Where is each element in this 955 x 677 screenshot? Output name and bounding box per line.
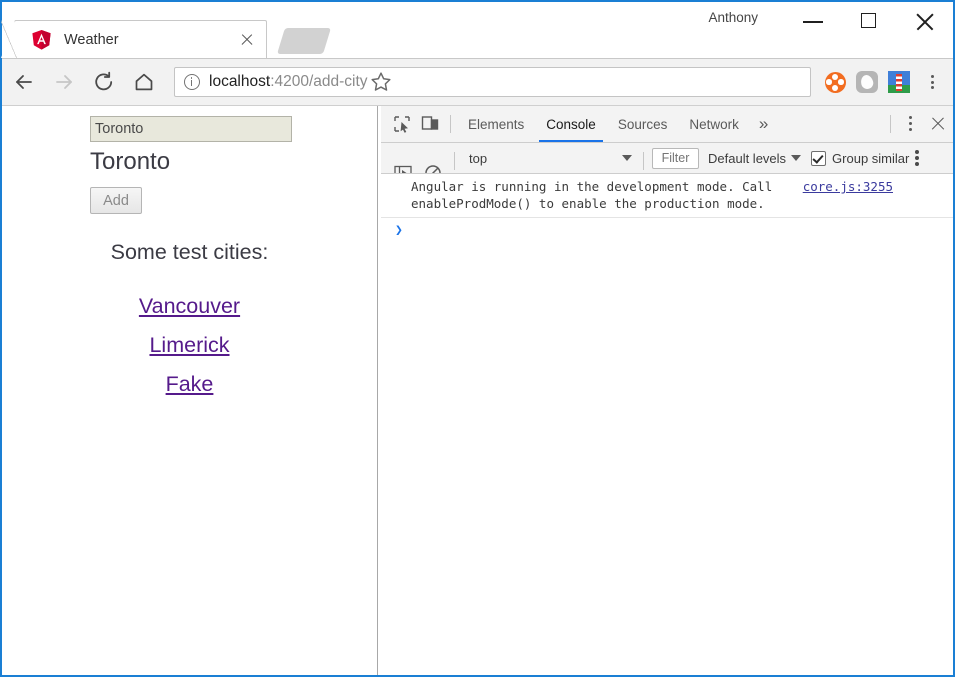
lighthouse-icon[interactable]: [885, 68, 913, 96]
forward-arrow-icon: [46, 64, 82, 100]
browser-toolbar: localhost:4200/add-city: [2, 58, 953, 106]
angular-logo-icon: [32, 29, 51, 50]
url-path: :4200/add-city: [270, 73, 368, 90]
city-search-input[interactable]: [90, 116, 292, 142]
profile-name[interactable]: Anthony: [708, 10, 758, 25]
inspect-element-icon[interactable]: [388, 106, 416, 142]
star-icon[interactable]: [368, 69, 394, 95]
test-city-links: Vancouver Limerick Fake: [2, 294, 377, 411]
tab-elements[interactable]: Elements: [457, 106, 535, 142]
home-icon[interactable]: [126, 64, 162, 100]
filterbar-divider: [454, 152, 455, 170]
console-filter-bar: top Filter Default levels Group similar: [381, 143, 953, 174]
log-levels-value: Default levels: [708, 150, 787, 166]
reload-icon[interactable]: [86, 64, 122, 100]
close-tab-icon[interactable]: [236, 29, 258, 51]
device-toolbar-icon[interactable]: [416, 106, 444, 142]
execution-context-value: top: [469, 150, 488, 166]
test-cities-label: Some test cities:: [110, 240, 269, 264]
console-settings-icon[interactable]: [915, 150, 923, 166]
filterbar-divider-2: [643, 152, 644, 170]
chevron-down-icon: [622, 155, 632, 161]
minimize-window-button[interactable]: [785, 2, 841, 42]
chevron-down-icon-levels: [791, 155, 802, 161]
city-link-vancouver[interactable]: Vancouver: [2, 294, 377, 319]
close-devtools-icon[interactable]: [923, 106, 953, 142]
group-similar-toggle[interactable]: Group similar: [811, 150, 910, 166]
group-similar-checkbox[interactable]: [811, 150, 827, 166]
tab-console[interactable]: Console: [535, 106, 607, 142]
browser-window: Weather Anthony localhost:4200/add-city …: [0, 0, 955, 677]
tab-network[interactable]: Network: [678, 106, 750, 142]
new-tab-button[interactable]: [277, 28, 331, 54]
back-arrow-icon[interactable]: [6, 64, 42, 100]
tab-sources[interactable]: Sources: [607, 106, 679, 142]
console-message[interactable]: Angular is running in the development mo…: [381, 174, 953, 218]
console-filter-input[interactable]: Filter: [652, 147, 699, 169]
devtools-menu-icon[interactable]: [897, 106, 923, 142]
toolbar-divider: [450, 115, 451, 133]
browser-tab-weather[interactable]: Weather: [14, 20, 267, 58]
address-bar[interactable]: localhost:4200/add-city: [174, 67, 811, 97]
page-viewport: Toronto Add Some test cities: Vancouver …: [2, 106, 377, 675]
toolbar-divider-right: [890, 115, 891, 133]
content-split: Toronto Add Some test cities: Vancouver …: [2, 106, 953, 675]
log-levels-dropdown[interactable]: Default levels: [708, 150, 802, 166]
info-circle-icon[interactable]: [184, 74, 200, 90]
devtools-panel: Elements Console Sources Network » top F…: [381, 106, 953, 675]
url-text: localhost:4200/add-city: [209, 73, 368, 91]
close-window-button[interactable]: [897, 2, 953, 42]
tabbar-spacer: [777, 106, 884, 142]
chrome-menu-icon[interactable]: [917, 67, 947, 97]
extension-orange-icon[interactable]: [821, 68, 849, 96]
console-message-source-link[interactable]: core.js:3255: [803, 178, 893, 195]
console-output: Angular is running in the development mo…: [381, 174, 953, 675]
group-similar-label: Group similar: [832, 150, 910, 166]
more-tabs-icon[interactable]: »: [750, 106, 777, 142]
add-city-button[interactable]: Add: [90, 187, 142, 214]
url-host: localhost: [209, 73, 271, 90]
console-prompt-chevron: ❯: [395, 223, 403, 238]
window-controls: [785, 2, 953, 42]
console-prompt[interactable]: ❯: [381, 218, 953, 238]
extension-grey-icon[interactable]: [853, 68, 881, 96]
city-link-limerick[interactable]: Limerick: [2, 333, 377, 358]
tab-title: Weather: [64, 31, 119, 48]
execution-context-select[interactable]: top: [469, 151, 637, 166]
devtools-tabbar: Elements Console Sources Network »: [381, 106, 953, 143]
city-link-fake[interactable]: Fake: [2, 372, 377, 397]
maximize-window-button[interactable]: [841, 2, 897, 42]
console-message-text: Angular is running in the development mo…: [411, 179, 773, 211]
city-heading: Toronto: [90, 148, 171, 175]
tab-strip: Weather Anthony: [2, 2, 953, 58]
